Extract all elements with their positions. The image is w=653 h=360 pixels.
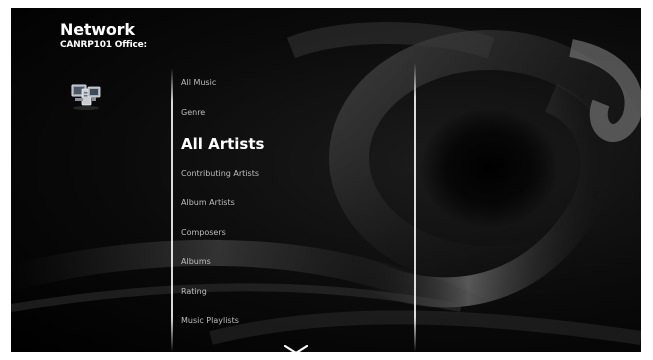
- network-computers-icon: [69, 81, 103, 111]
- background-swirl-art: [11, 22, 641, 350]
- menu-item-rating[interactable]: Rating: [181, 287, 207, 296]
- media-center-screen: Network CANRP101 Office: All Music Genre…: [11, 8, 641, 352]
- menu-item-music-playlists[interactable]: Music Playlists: [181, 316, 239, 325]
- menu-item-genre[interactable]: Genre: [181, 108, 205, 117]
- left-divider: [171, 68, 173, 352]
- menu-item-all-artists[interactable]: All Artists: [181, 135, 264, 153]
- menu-item-contributing-artists[interactable]: Contributing Artists: [181, 169, 259, 178]
- menu-item-album-artists[interactable]: Album Artists: [181, 198, 235, 207]
- menu-item-composers[interactable]: Composers: [181, 228, 226, 237]
- menu-item-all-music[interactable]: All Music: [181, 78, 216, 87]
- breadcrumb-header: Network CANRP101 Office:: [60, 21, 147, 51]
- chevron-down-icon[interactable]: [283, 340, 309, 352]
- menu-item-albums[interactable]: Albums: [181, 257, 211, 266]
- page-subtitle: CANRP101 Office:: [60, 40, 147, 50]
- right-divider: [414, 63, 416, 352]
- page-title: Network: [60, 20, 135, 39]
